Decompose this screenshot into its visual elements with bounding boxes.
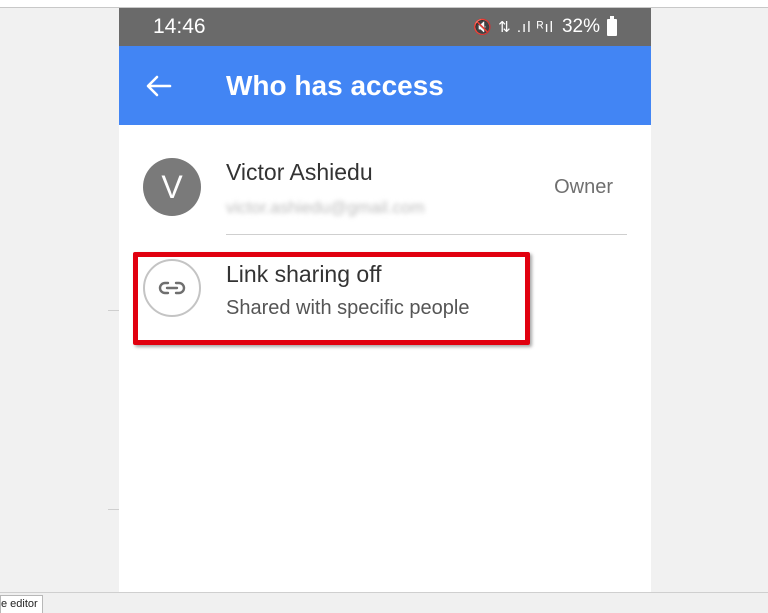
back-button[interactable] — [119, 46, 199, 125]
editor-tab[interactable]: e editor — [0, 595, 43, 613]
bottom-tab-strip: e editor — [0, 592, 768, 613]
status-time: 14:46 — [153, 15, 206, 38]
signal-icons: 🔇 ⇅ .ıl ᴿıl — [473, 19, 554, 36]
page-title: Who has access — [226, 69, 444, 101]
app-bar: Who has access — [119, 46, 651, 125]
status-bar: 14:46 🔇 ⇅ .ıl ᴿıl 32% — [119, 8, 651, 46]
battery-icon — [607, 15, 617, 36]
arrow-back-icon — [146, 75, 172, 96]
owner-email: victor.ashiedu@gmail.com — [226, 198, 425, 217]
battery-percent: 32% — [561, 16, 600, 37]
highlight-annotation — [133, 252, 530, 345]
owner-row[interactable]: V Victor Ashiedu victor.ashiedu@gmail.co… — [119, 125, 651, 235]
owner-role: Owner — [554, 176, 613, 198]
status-right: 🔇 ⇅ .ıl ᴿıl 32% — [473, 15, 617, 38]
owner-name: Victor Ashiedu — [226, 159, 373, 185]
avatar: V — [143, 158, 201, 216]
window-top-edge — [0, 0, 768, 8]
